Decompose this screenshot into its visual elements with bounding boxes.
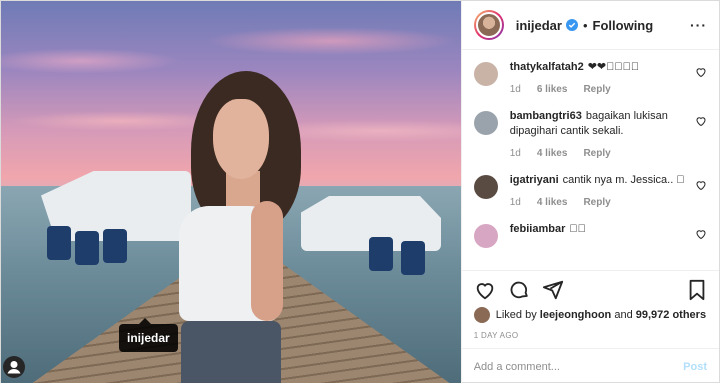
likes-prefix: Liked by	[495, 309, 537, 321]
post-timestamp[interactable]: 1 DAY AGO	[474, 331, 707, 340]
action-icons	[474, 279, 707, 301]
post-photo[interactable]: inijedar	[1, 1, 461, 383]
like-comment-heart-icon[interactable]	[695, 228, 707, 240]
woman-figure	[171, 71, 321, 383]
commenter-username[interactable]: igatriyani	[510, 174, 559, 186]
reply-button[interactable]: Reply	[583, 82, 610, 97]
likes-summary: Liked by leejeonghoon and 99,972 others	[473, 307, 707, 323]
comment-item: thatykalfatah2 ❤❤󾓩󾓩󾓩󾓩 1d 6 likes Reply	[473, 60, 707, 97]
like-comment-heart-icon[interactable]	[695, 179, 707, 191]
comment-text: ❤❤󾓩󾓩󾓩󾓩	[587, 61, 640, 73]
instagram-post: inijedar inijedar • Following ··· thatyk…	[0, 0, 720, 383]
commenter-username[interactable]: bambangtri63	[510, 110, 582, 122]
commenter-username[interactable]: febiiambar	[510, 223, 566, 235]
likes-others[interactable]: 99,972 others	[636, 309, 706, 321]
verified-badge-icon	[565, 19, 578, 31]
post-side-panel: inijedar • Following ··· thatykalfatah2 ❤…	[460, 1, 719, 383]
commenter-avatar[interactable]	[473, 224, 498, 248]
boat-motor	[401, 241, 425, 275]
boat-motor	[75, 231, 99, 265]
likes-connector: and	[614, 309, 633, 321]
comment-age: 1d	[509, 148, 521, 159]
author-username[interactable]: inijedar	[516, 18, 562, 33]
like-comment-heart-icon[interactable]	[695, 66, 707, 78]
post-header: inijedar • Following ···	[461, 1, 719, 50]
comment-body: febiiambar 󾓩󾓩	[510, 222, 695, 237]
boat-motor	[47, 226, 71, 260]
like-heart-icon[interactable]	[474, 279, 496, 301]
photo-user-tag[interactable]: inijedar	[119, 318, 178, 352]
comments-list[interactable]: thatykalfatah2 ❤❤󾓩󾓩󾓩󾓩 1d 6 likes Reply ba…	[462, 50, 719, 270]
comment-item: igatriyani cantik nya m. Jessica.. 󾓩 1d 4…	[473, 173, 707, 210]
comment-body: igatriyani cantik nya m. Jessica.. 󾓩 1d 4…	[510, 173, 695, 210]
commenter-avatar[interactable]	[473, 111, 498, 135]
comment-text: cantik nya m. Jessica.. 󾓩	[562, 174, 685, 186]
reply-button[interactable]: Reply	[583, 195, 610, 210]
commenter-avatar[interactable]	[473, 175, 498, 199]
comment-meta: 1d 6 likes Reply	[510, 82, 695, 97]
author-avatar[interactable]	[473, 10, 504, 40]
commenter-avatar[interactable]	[473, 62, 498, 86]
comment-item: febiiambar 󾓩󾓩	[473, 222, 707, 248]
post-comment-button[interactable]: Post	[683, 361, 707, 373]
comment-text: 󾓩󾓩	[569, 223, 586, 235]
comment-age: 1d	[509, 84, 521, 95]
add-comment-input[interactable]	[473, 360, 684, 373]
post-actions: Liked by leejeonghoon and 99,972 others …	[461, 270, 719, 340]
comment-body: bambangtri63 bagaikan lukisan dipagihari …	[510, 109, 695, 161]
arm	[251, 201, 283, 321]
commenter-username[interactable]: thatykalfatah2	[510, 61, 584, 73]
header-separator: •	[582, 17, 588, 33]
comment-meta: 1d 4 likes Reply	[510, 195, 695, 210]
comment-meta: 1d 4 likes Reply	[510, 146, 695, 161]
jeans	[181, 321, 281, 383]
reply-button[interactable]: Reply	[583, 146, 610, 161]
comment-likes[interactable]: 4 likes	[537, 146, 568, 161]
more-options-icon[interactable]: ···	[690, 17, 707, 33]
add-comment-bar: Post	[461, 348, 719, 383]
share-paper-plane-icon[interactable]	[542, 279, 564, 301]
comment-bubble-icon[interactable]	[508, 279, 530, 301]
comment-age: 1d	[509, 197, 521, 208]
bookmark-icon[interactable]	[687, 279, 707, 301]
comment-likes[interactable]: 4 likes	[537, 195, 568, 210]
boat-motor	[369, 237, 393, 271]
comment-likes[interactable]: 6 likes	[537, 82, 568, 97]
liker-avatar[interactable]	[473, 307, 490, 323]
tagged-users-icon[interactable]	[3, 356, 25, 378]
liker-username[interactable]: leejeonghoon	[540, 309, 612, 321]
face	[213, 99, 269, 179]
following-button[interactable]: Following	[593, 18, 654, 33]
boat-motor	[103, 229, 127, 263]
comment-body: thatykalfatah2 ❤❤󾓩󾓩󾓩󾓩 1d 6 likes Reply	[510, 60, 695, 97]
like-comment-heart-icon[interactable]	[695, 115, 707, 127]
comment-item: bambangtri63 bagaikan lukisan dipagihari …	[473, 109, 707, 161]
